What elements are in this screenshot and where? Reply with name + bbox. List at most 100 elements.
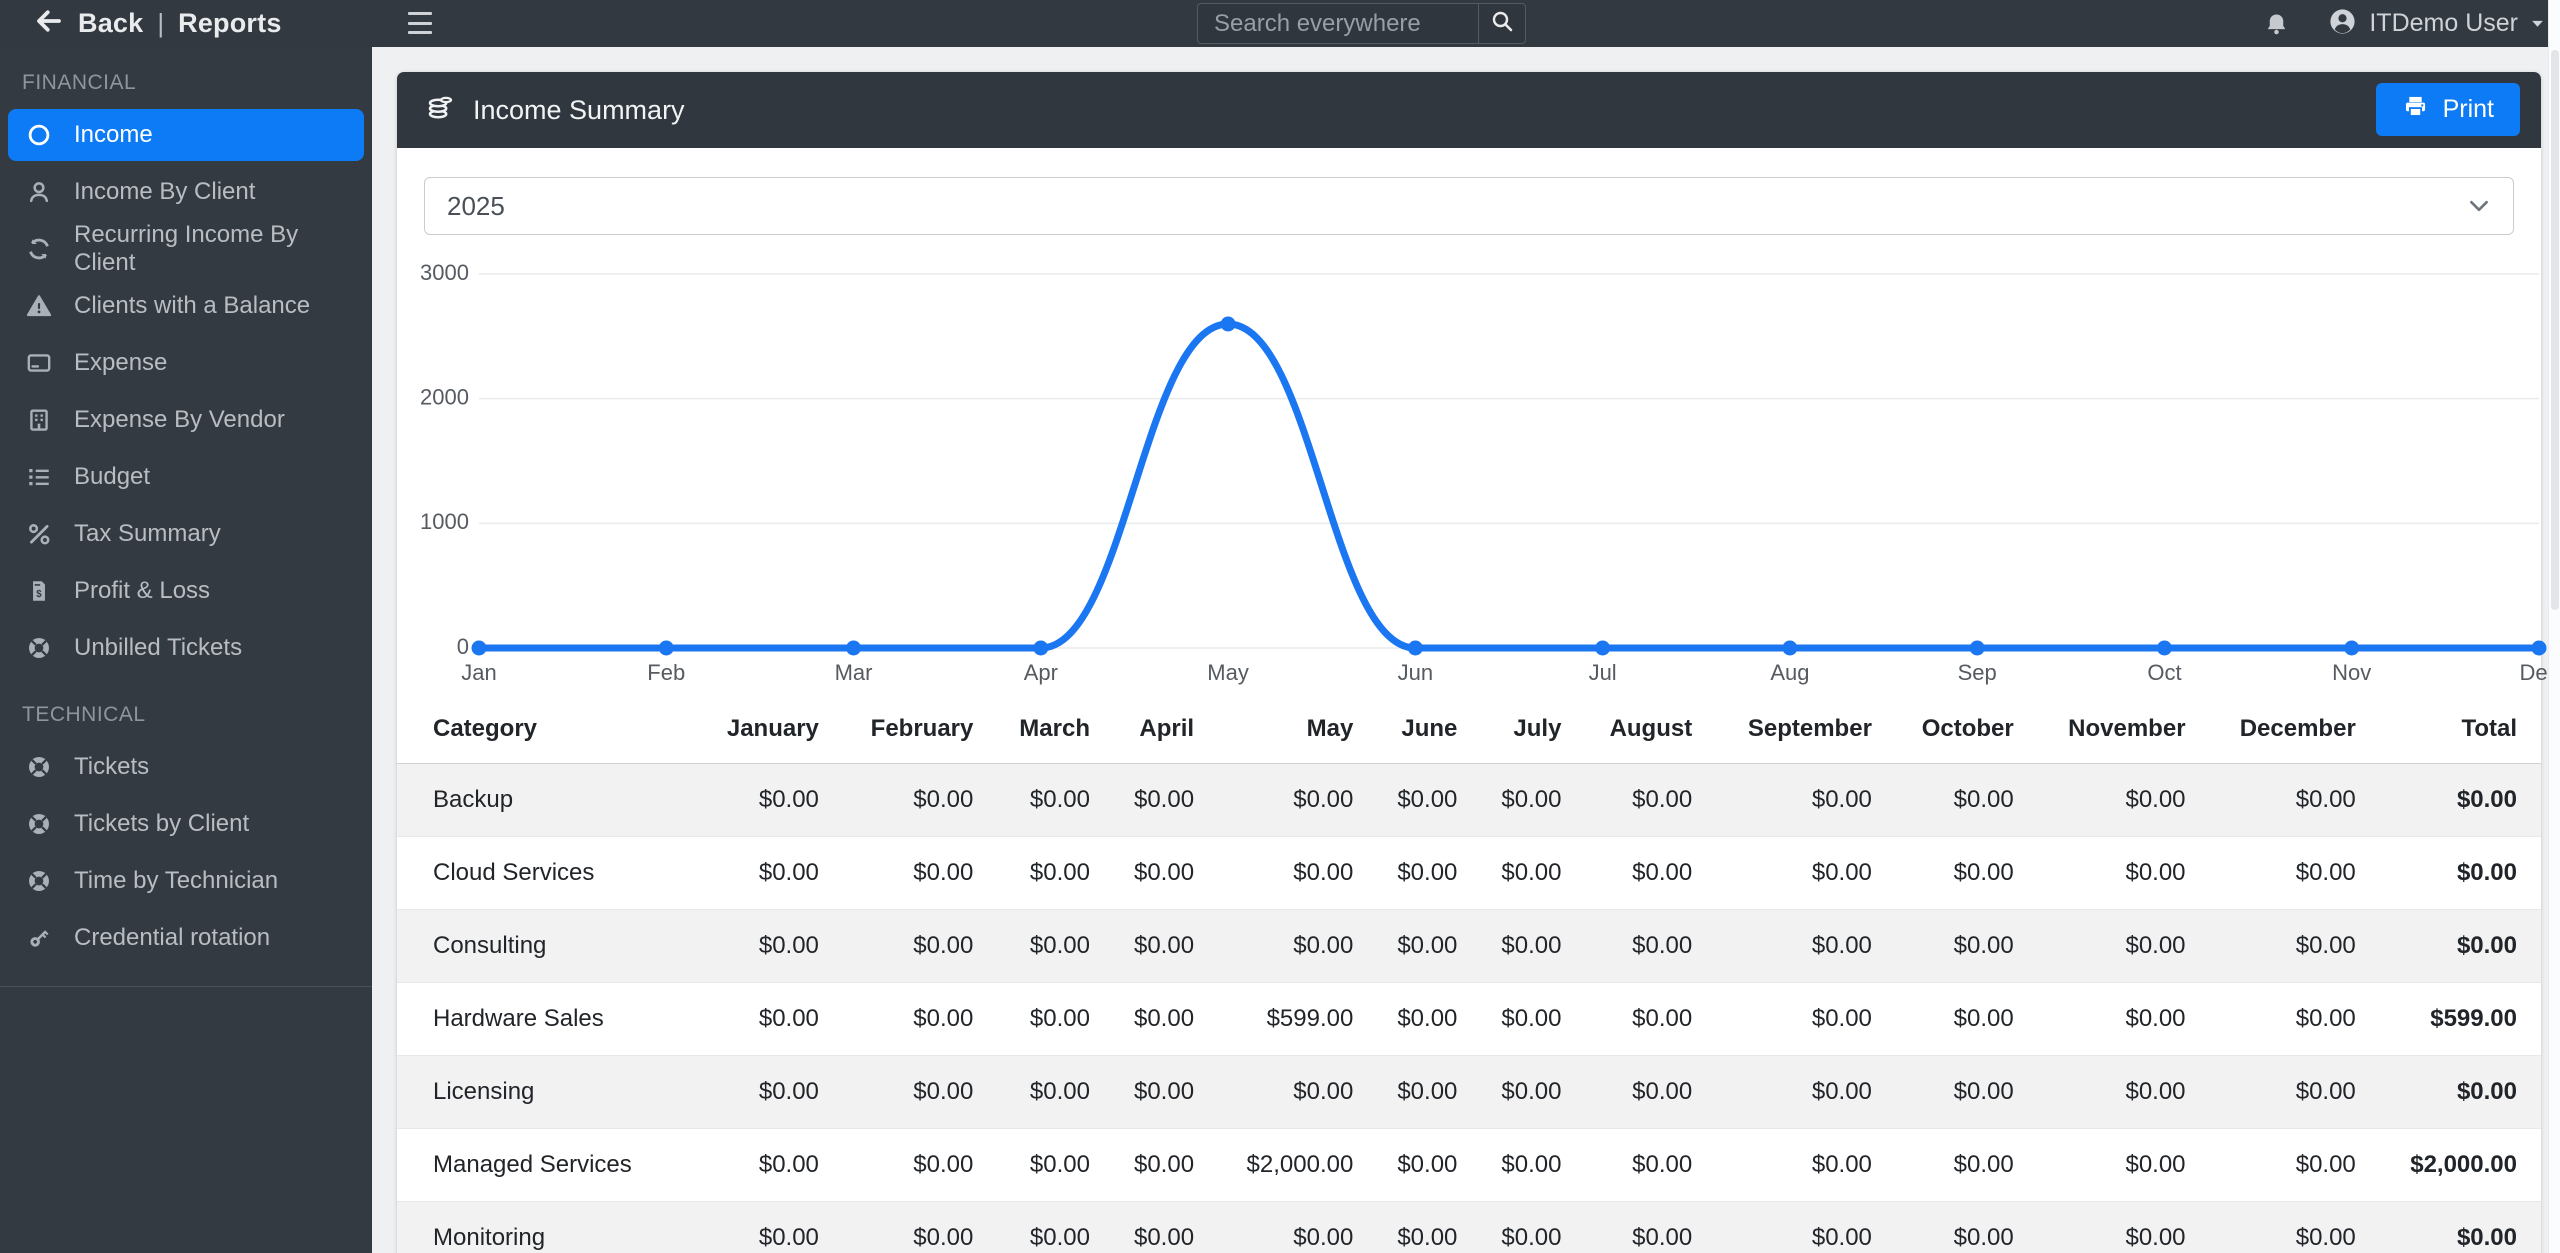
value-cell: $0.00 bbox=[1367, 1128, 1472, 1202]
value-cell: $0.00 bbox=[2199, 1055, 2370, 1129]
value-cell: $0.00 bbox=[987, 909, 1104, 983]
value-cell: $0.00 bbox=[691, 1055, 833, 1129]
menu-toggle-icon[interactable] bbox=[408, 12, 434, 34]
column-header-category: Category bbox=[397, 695, 692, 764]
value-cell: $0.00 bbox=[1501, 786, 1562, 813]
print-button[interactable]: Print bbox=[2375, 83, 2520, 136]
svg-text:1000: 1000 bbox=[420, 509, 469, 534]
svg-text:Sep: Sep bbox=[1958, 660, 1997, 685]
value-cell: $0.00 bbox=[1471, 1055, 1576, 1129]
sidebar-item-profit-loss[interactable]: $ Profit & Loss bbox=[8, 565, 364, 617]
life-ring-icon bbox=[24, 866, 54, 896]
income-table: Category January February March April May June… bbox=[397, 695, 2541, 1253]
data-point bbox=[2531, 640, 2547, 656]
column-header-june: June bbox=[1367, 695, 1472, 764]
key-icon bbox=[24, 923, 54, 953]
value-cell: $0.00 bbox=[1706, 909, 1886, 983]
category-cell: Monitoring bbox=[397, 1201, 692, 1253]
back-label[interactable]: Back bbox=[78, 8, 143, 39]
value-cell: $0.00 bbox=[1885, 1128, 2028, 1202]
chart-line bbox=[475, 320, 2543, 652]
data-point bbox=[1407, 640, 1423, 656]
chevron-down-icon bbox=[2467, 194, 2491, 218]
sidebar-item-unbilled-tickets[interactable]: Unbilled Tickets bbox=[8, 622, 364, 674]
value-cell: $0.00 bbox=[2199, 909, 2370, 983]
value-cell: $0.00 bbox=[1575, 1201, 1707, 1253]
sidebar-item-recurring-income-by-client[interactable]: Recurring Income By Client bbox=[8, 221, 364, 276]
category-cell: Managed Services bbox=[397, 1128, 692, 1202]
value-cell: $0.00 bbox=[691, 1201, 833, 1253]
value-cell: $0.00 bbox=[1575, 1055, 1707, 1129]
panel-title: Income Summary bbox=[473, 94, 685, 125]
year-select-value: 2025 bbox=[447, 190, 505, 221]
warning-icon bbox=[24, 291, 54, 321]
sidebar-item-clients-with-a-balance[interactable]: Clients with a Balance bbox=[8, 280, 364, 332]
list-icon bbox=[24, 462, 54, 492]
x-axis-labels: Jan Feb Mar Apr May Jun Jul Aug Sep Oct Nov Dec bbox=[461, 660, 2558, 685]
notifications-bell-icon[interactable] bbox=[2263, 10, 2290, 37]
sidebar-item-expense-by-vendor[interactable]: Expense By Vendor bbox=[8, 394, 364, 446]
value-cell: $0.00 bbox=[1575, 909, 1707, 983]
person-circle-icon bbox=[2328, 7, 2357, 41]
value-cell: $0.00 bbox=[1208, 836, 1368, 910]
income-chart: 0 1000 2000 3000 Jan Feb Mar Apr May Jun Jul Aug Sep… bbox=[420, 260, 2559, 685]
total-cell: $2,000.00 bbox=[2369, 1128, 2541, 1202]
sidebar-item-budget[interactable]: Budget bbox=[8, 451, 364, 503]
search-input[interactable] bbox=[1197, 3, 1478, 44]
user-name: ITDemo User bbox=[2369, 9, 2518, 37]
value-cell: $0.00 bbox=[691, 982, 833, 1056]
sidebar-item-income[interactable]: Income bbox=[8, 109, 364, 161]
column-header-total: Total bbox=[2369, 695, 2541, 764]
sidebar-item-credential-rotation[interactable]: Credential rotation bbox=[8, 912, 364, 964]
column-header-may: May bbox=[1208, 695, 1368, 764]
scrollbar-thumb[interactable] bbox=[2551, 50, 2559, 610]
value-cell: $0.00 bbox=[1706, 1055, 1886, 1129]
vertical-scrollbar[interactable] bbox=[2548, 0, 2560, 1253]
total-cell: $0.00 bbox=[2369, 1201, 2541, 1253]
value-cell: $0.00 bbox=[2027, 836, 2200, 910]
value-cell: $0.00 bbox=[832, 982, 988, 1056]
column-header-august: August bbox=[1575, 695, 1707, 764]
table-row-managed-services: Managed Services $0.00 $0.00 $0.00 $0.00 $2,0… bbox=[397, 1128, 2541, 1202]
value-cell: $0.00 bbox=[1397, 786, 1458, 813]
value-cell: $0.00 bbox=[2027, 1128, 2200, 1202]
user-menu[interactable]: ITDemo User bbox=[2328, 7, 2545, 41]
sidebar-item-time-by-technician[interactable]: Time by Technician bbox=[8, 855, 364, 907]
value-cell: $0.00 bbox=[1706, 1128, 1886, 1202]
value-cell: $0.00 bbox=[1367, 1201, 1472, 1253]
value-cell: $0.00 bbox=[832, 909, 988, 983]
sidebar-item-tax-summary[interactable]: Tax Summary bbox=[8, 508, 364, 560]
table-row-hardware-sales: Hardware Sales $0.00 $0.00 $0.00 $0.00 $599.0… bbox=[397, 982, 2541, 1056]
sidebar-item-expense[interactable]: Expense bbox=[8, 337, 364, 389]
table-row-backup: Backup $0.00 $0.00 $0.00 $0.00 $0.00 $0.00 $0.0… bbox=[397, 763, 2541, 837]
life-ring-icon bbox=[24, 633, 54, 663]
sidebar-item-label: Income bbox=[74, 121, 153, 148]
svg-text:3000: 3000 bbox=[420, 260, 469, 285]
value-cell: $0.00 bbox=[1103, 1055, 1209, 1129]
year-select[interactable]: 2025 bbox=[424, 177, 2514, 235]
sidebar-item-label: Unbilled Tickets bbox=[74, 634, 243, 661]
value-cell: $0.00 bbox=[2027, 1201, 2200, 1253]
sidebar-divider bbox=[0, 986, 372, 987]
value-cell: $0.00 bbox=[691, 909, 833, 983]
data-point bbox=[1033, 640, 1049, 656]
sidebar-item-income-by-client[interactable]: Income By Client bbox=[8, 166, 364, 218]
value-cell: $0.00 bbox=[1471, 1201, 1576, 1253]
panel-header: Income Summary Print bbox=[397, 72, 2541, 148]
total-cell: $599.00 bbox=[2369, 982, 2541, 1056]
percent-icon bbox=[24, 519, 54, 549]
svg-text:Aug: Aug bbox=[1770, 660, 1809, 685]
value-cell: $0.00 bbox=[1953, 786, 2014, 813]
value-cell: $0.00 bbox=[758, 786, 819, 813]
value-cell: $0.00 bbox=[2199, 1201, 2370, 1253]
sidebar-item-tickets[interactable]: Tickets bbox=[8, 741, 364, 793]
search-button[interactable] bbox=[1478, 3, 1526, 44]
value-cell: $0.00 bbox=[987, 836, 1104, 910]
value-cell: $0.00 bbox=[1208, 1055, 1368, 1129]
back-arrow-icon bbox=[34, 6, 64, 41]
back-button[interactable]: Back | Reports bbox=[34, 0, 282, 47]
value-cell: $0.00 bbox=[1471, 1128, 1576, 1202]
data-point bbox=[2344, 640, 2360, 656]
svg-text:Jun: Jun bbox=[1398, 660, 1433, 685]
sidebar-item-tickets-by-client[interactable]: Tickets by Client bbox=[8, 798, 364, 850]
